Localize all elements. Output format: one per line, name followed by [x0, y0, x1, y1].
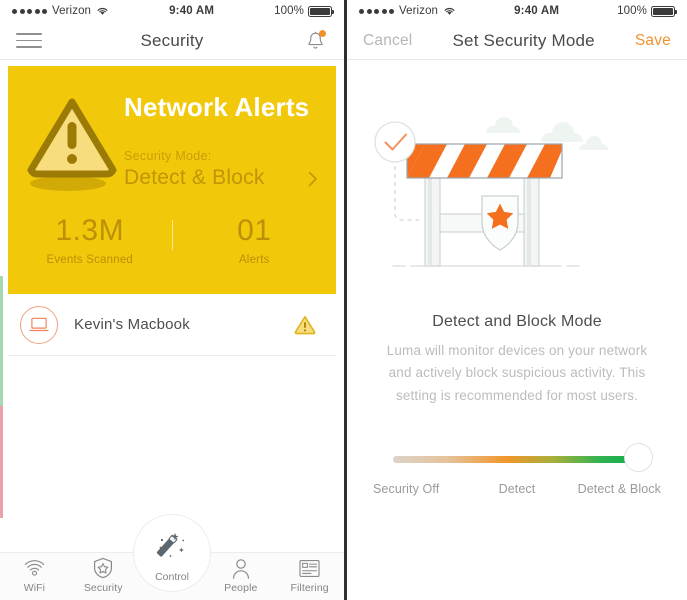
battery-percent-label: 100%: [617, 5, 647, 17]
status-bar-left: Verizon: [12, 5, 109, 17]
laptop-icon: [29, 317, 49, 331]
clock-label: 9:40 AM: [169, 5, 215, 17]
mode-title: Detect and Block Mode: [432, 313, 602, 330]
wifi-icon: [24, 557, 45, 579]
slider-label-security-off[interactable]: Security Off: [367, 482, 466, 496]
shield-star-icon: [93, 557, 113, 579]
app-root: Verizon 9:40 AM 100% Security Network Al…: [0, 0, 687, 600]
tab-label: Control: [155, 571, 189, 583]
card-title: Network Alerts: [124, 92, 310, 122]
signal-strength-icon: [359, 8, 394, 14]
set-security-mode-panel: Verizon 9:40 AM 100% Cancel Set Security…: [344, 0, 687, 600]
stat-value: 1.3M: [55, 214, 125, 247]
battery-full-icon: [651, 5, 677, 17]
status-bar-right: 100%: [274, 5, 334, 17]
magic-wand-icon: [155, 530, 189, 567]
avatar: [20, 305, 58, 344]
tab-label: People: [224, 582, 258, 594]
navigation-bar: Security: [0, 22, 344, 60]
carrier-label: Verizon: [52, 5, 92, 17]
stat-alerts: 01 Alerts: [173, 214, 337, 266]
roadblock-barricade-illustration: [347, 86, 687, 286]
modal-navigation-bar: Cancel Set Security Mode Save: [347, 22, 687, 60]
tab-security[interactable]: Security: [69, 557, 138, 594]
status-bar-right: 100%: [617, 5, 677, 17]
status-bar: Verizon 9:40 AM 100%: [0, 0, 344, 22]
status-bar: Verizon 9:40 AM 100%: [347, 0, 687, 22]
tab-label: Filtering: [290, 582, 329, 594]
edge-strip-pink: [0, 406, 3, 518]
stat-label: Alerts: [238, 254, 270, 266]
edge-color-strip: [0, 0, 3, 600]
chevron-right-icon[interactable]: [308, 171, 318, 187]
bottom-tab-bar: WiFi Security People Filtering Control: [0, 514, 344, 600]
mode-description: Luma will monitor devices on your networ…: [386, 343, 648, 403]
status-bar-left: Verizon: [359, 5, 456, 17]
slider-track[interactable]: [393, 456, 635, 463]
tab-label: Security: [83, 582, 123, 594]
edge-strip-green: [0, 276, 3, 406]
stat-label: Events Scanned: [46, 254, 134, 266]
warning-triangle-icon: [294, 315, 316, 334]
device-list-item[interactable]: Kevin's Macbook: [8, 294, 336, 356]
slider-labels: Security Off Detect Detect & Block: [347, 482, 687, 496]
signal-strength-icon: [12, 8, 47, 14]
filter-list-icon: [299, 557, 320, 579]
check-circle-icon: [374, 121, 416, 163]
tab-people[interactable]: People: [206, 557, 275, 594]
card-stats: 1.3M Events Scanned 01 Alerts: [8, 214, 336, 266]
slider-label-detect-and-block[interactable]: Detect & Block: [568, 482, 667, 496]
tab-control[interactable]: Control: [133, 514, 211, 592]
tab-wifi[interactable]: WiFi: [0, 557, 69, 594]
hamburger-menu-icon[interactable]: [16, 33, 42, 48]
modal-title: Set Security Mode: [452, 30, 595, 50]
security-mode-value: Detect & Block: [124, 166, 265, 189]
wifi-icon: [444, 7, 455, 15]
network-alerts-card[interactable]: Network Alerts Security Mode: Detect & B…: [8, 66, 336, 294]
stat-value: 01: [237, 214, 272, 247]
battery-percent-label: 100%: [274, 5, 304, 17]
tab-filtering[interactable]: Filtering: [275, 557, 344, 594]
save-button[interactable]: Save: [635, 32, 671, 50]
slider-thumb[interactable]: [624, 443, 653, 472]
stat-events-scanned: 1.3M Events Scanned: [8, 214, 172, 266]
page-title: Security: [140, 30, 204, 50]
wifi-icon: [97, 7, 108, 15]
slider-label-detect[interactable]: Detect: [466, 482, 568, 496]
security-mode-label: Security Mode:: [124, 149, 212, 163]
notification-bell-button[interactable]: [302, 28, 328, 54]
warning-triangle-icon: [27, 98, 117, 178]
battery-full-icon: [308, 5, 334, 17]
security-screen-panel: Verizon 9:40 AM 100% Security Network Al…: [0, 0, 344, 600]
tab-label: WiFi: [23, 582, 46, 594]
triangle-shadow: [30, 176, 106, 191]
carrier-label: Verizon: [399, 5, 439, 17]
person-icon: [231, 557, 251, 579]
cancel-button[interactable]: Cancel: [363, 32, 412, 50]
device-name: Kevin's Macbook: [74, 316, 190, 333]
clock-label: 9:40 AM: [514, 5, 560, 17]
notification-badge-dot: [319, 29, 326, 37]
